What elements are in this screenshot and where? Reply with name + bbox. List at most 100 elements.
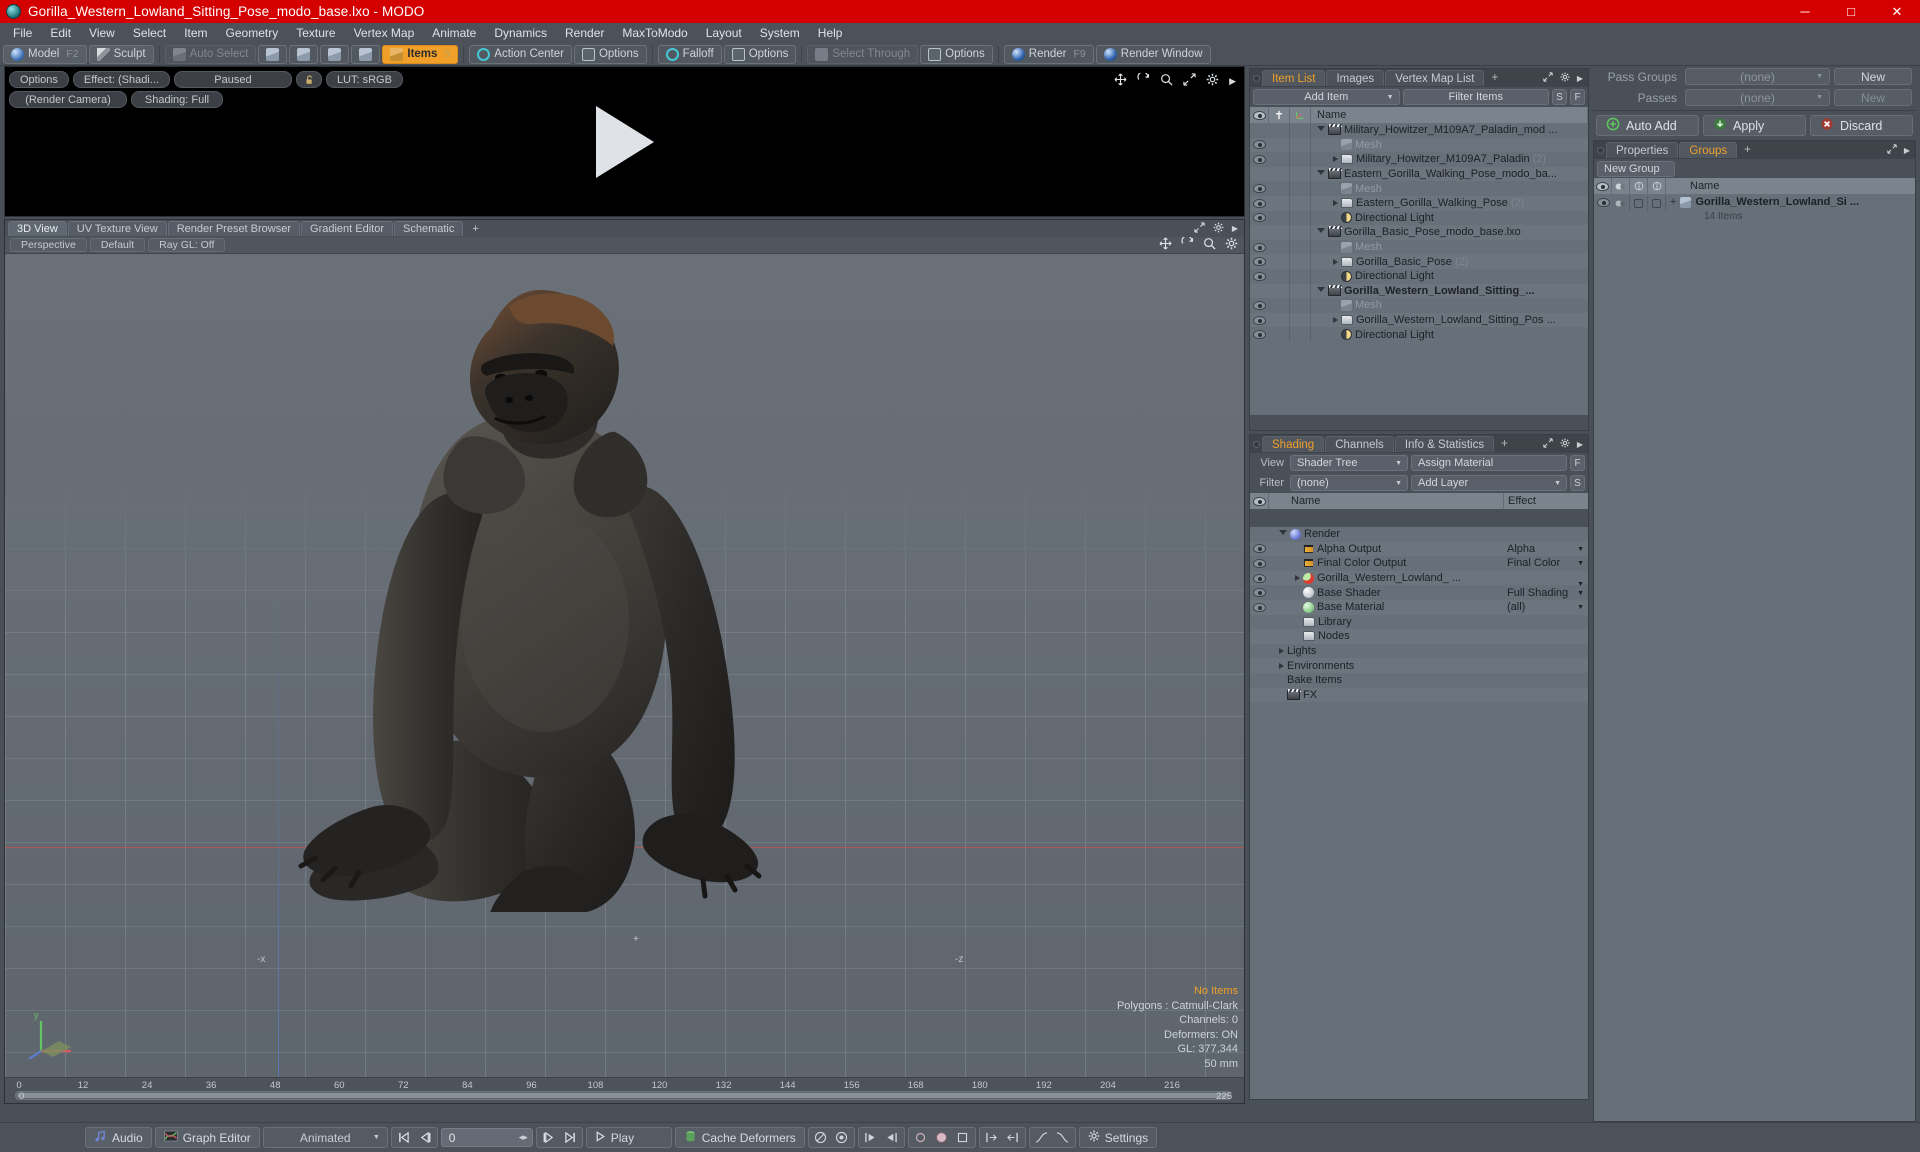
select-vertices-button[interactable]	[258, 44, 288, 64]
row-transform-cell[interactable]	[1290, 123, 1311, 138]
group-row-wire-toggle[interactable]	[1630, 196, 1648, 211]
apply-button[interactable]: Apply	[1703, 115, 1806, 136]
table-row[interactable]: Gorilla_Western_Lowland_Sitting_Pos ...	[1250, 312, 1588, 328]
item-list-expand-icon[interactable]	[1543, 71, 1553, 85]
auto-select-button[interactable]: Auto Select	[164, 44, 257, 64]
key-auto-icon[interactable]	[911, 1129, 931, 1146]
mode-model-button[interactable]: Model F2	[3, 44, 87, 64]
audio-button[interactable]: Audio	[85, 1127, 152, 1148]
menu-render[interactable]: Render	[556, 24, 613, 42]
chevron-right-icon[interactable]	[1295, 575, 1300, 582]
close-icon[interactable]: ✕	[1874, 0, 1920, 23]
assign-material-button[interactable]: Assign Material	[1411, 455, 1567, 471]
chevron-right-icon[interactable]	[1333, 200, 1338, 207]
rotate-icon[interactable]	[1137, 71, 1150, 89]
row-transform-cell[interactable]	[1290, 239, 1311, 255]
play-button[interactable]: Play	[585, 1127, 672, 1148]
row-lock-cell[interactable]	[1269, 312, 1290, 328]
key-delete-icon[interactable]	[953, 1129, 973, 1146]
shading-s-button[interactable]: S	[1570, 475, 1585, 491]
item-list-tree[interactable]: Military_Howitzer_M109A7_Paladin_mod ...…	[1250, 123, 1588, 415]
render-window-button[interactable]: Render Window	[1095, 44, 1211, 64]
menu-texture[interactable]: Texture	[287, 24, 344, 42]
tab-add-button[interactable]: +	[1738, 142, 1757, 158]
row-visibility-toggle[interactable]	[1250, 544, 1269, 554]
chevron-down-icon[interactable]: ▼	[1577, 590, 1584, 597]
row-visibility-toggle[interactable]	[1250, 213, 1269, 223]
row-transform-cell[interactable]	[1290, 312, 1311, 328]
row-visibility-toggle[interactable]	[1250, 602, 1269, 612]
table-row[interactable]: Gorilla_Western_Lowland_Sitting_...	[1250, 283, 1588, 299]
tab-gradient-editor[interactable]: Gradient Editor	[301, 221, 393, 236]
row-transform-cell[interactable]	[1290, 152, 1311, 167]
viewport-ray-gl-off-button[interactable]: Ray GL: Off	[148, 238, 226, 252]
menu-select[interactable]: Select	[124, 24, 175, 42]
groups-expand-icon[interactable]	[1887, 143, 1897, 157]
tab-add-button[interactable]: +	[1495, 436, 1514, 452]
menu-animate[interactable]: Animate	[423, 24, 485, 42]
go-to-start-icon[interactable]	[394, 1129, 414, 1146]
select-edges-button[interactable]	[289, 44, 319, 64]
falloff-options-button[interactable]: Options	[723, 44, 797, 64]
table-row[interactable]: Base Material (all) ▼	[1250, 599, 1588, 615]
row-lock-cell[interactable]	[1269, 137, 1290, 153]
row-lock-cell[interactable]	[1269, 298, 1290, 313]
viewport-menu-arrow-icon[interactable]: ▶	[1232, 224, 1238, 233]
viewport-move-icon[interactable]	[1159, 237, 1172, 253]
tab-properties[interactable]: Properties	[1606, 142, 1679, 158]
viewport-settings-gear-icon[interactable]	[1225, 237, 1238, 253]
pass-groups-new-button[interactable]: New	[1834, 68, 1912, 85]
viewport-tab-add[interactable]: +	[464, 221, 486, 236]
row-visibility-toggle[interactable]	[1250, 242, 1269, 252]
row-transform-cell[interactable]	[1290, 254, 1311, 269]
table-row[interactable]: FX	[1250, 687, 1588, 703]
tab-shading[interactable]: Shading	[1262, 436, 1325, 452]
row-transform-cell[interactable]	[1290, 283, 1311, 299]
curve-out-icon[interactable]	[1053, 1129, 1073, 1146]
tab-channels[interactable]: Channels	[1325, 436, 1394, 452]
shading-menu-arrow-icon[interactable]: ▶	[1577, 440, 1583, 449]
lock-icon[interactable]	[295, 71, 322, 88]
row-visibility-toggle[interactable]	[1250, 271, 1269, 281]
row-effect-cell[interactable]: Final Color ▼	[1504, 557, 1588, 569]
table-row[interactable]: Directional Light	[1250, 210, 1588, 226]
table-row[interactable]: Mesh	[1250, 239, 1588, 255]
fit-icon[interactable]	[1183, 73, 1196, 89]
chevron-right-icon[interactable]	[1333, 258, 1338, 265]
tab-schematic[interactable]: Schematic	[394, 221, 464, 236]
move-icon[interactable]	[1114, 73, 1127, 89]
deformer-disable-icon[interactable]	[811, 1129, 831, 1146]
settings-button[interactable]: Settings	[1078, 1127, 1158, 1148]
viewport-default-button[interactable]: Default	[89, 238, 146, 252]
row-lock-cell[interactable]	[1269, 152, 1290, 167]
mode-sculpt-button[interactable]: Sculpt	[88, 44, 154, 64]
frame-stepper-icon[interactable]: ◂▸	[519, 1132, 528, 1143]
item-list-f-button[interactable]: F	[1570, 89, 1585, 105]
new-group-button[interactable]: New Group	[1597, 160, 1675, 177]
row-lock-cell[interactable]	[1269, 268, 1290, 284]
row-visibility-toggle[interactable]	[1250, 257, 1269, 267]
table-row[interactable]: Lights	[1250, 644, 1588, 659]
menu-item[interactable]: Item	[175, 24, 216, 42]
shading-gear-icon[interactable]	[1560, 437, 1570, 451]
row-effect-cell[interactable]: Alpha ▼	[1504, 543, 1588, 555]
table-row[interactable]: Directional Light	[1250, 268, 1588, 284]
row-lock-cell[interactable]	[1269, 195, 1290, 211]
tab-groups[interactable]: Groups	[1679, 142, 1738, 158]
preview-paused-button[interactable]: Paused	[173, 71, 292, 88]
action-center-button[interactable]: Action Center	[469, 44, 572, 64]
key-prev-icon[interactable]	[861, 1129, 881, 1146]
axis-gizmo[interactable]: y	[27, 1005, 79, 1059]
viewport-canvas[interactable]: -x -z + y No Items Polygons : Catmull-Cl…	[5, 254, 1244, 1077]
render-button[interactable]: Render F9	[1003, 44, 1094, 64]
chevron-down-icon[interactable]: ▼	[1577, 604, 1584, 611]
current-frame-input[interactable]: 0 ◂▸	[440, 1128, 533, 1147]
select-polygons-button[interactable]	[320, 44, 350, 64]
falloff-button[interactable]: Falloff	[657, 44, 722, 64]
row-visibility-toggle[interactable]	[1250, 300, 1269, 310]
table-row[interactable]: Military_Howitzer_M109A7_Paladin (2)	[1250, 152, 1588, 167]
menu-edit[interactable]: Edit	[41, 24, 80, 42]
group-row-render-icon[interactable]	[1612, 196, 1630, 211]
row-lock-cell[interactable]	[1269, 254, 1290, 269]
viewport-zoom-icon[interactable]	[1203, 237, 1216, 253]
